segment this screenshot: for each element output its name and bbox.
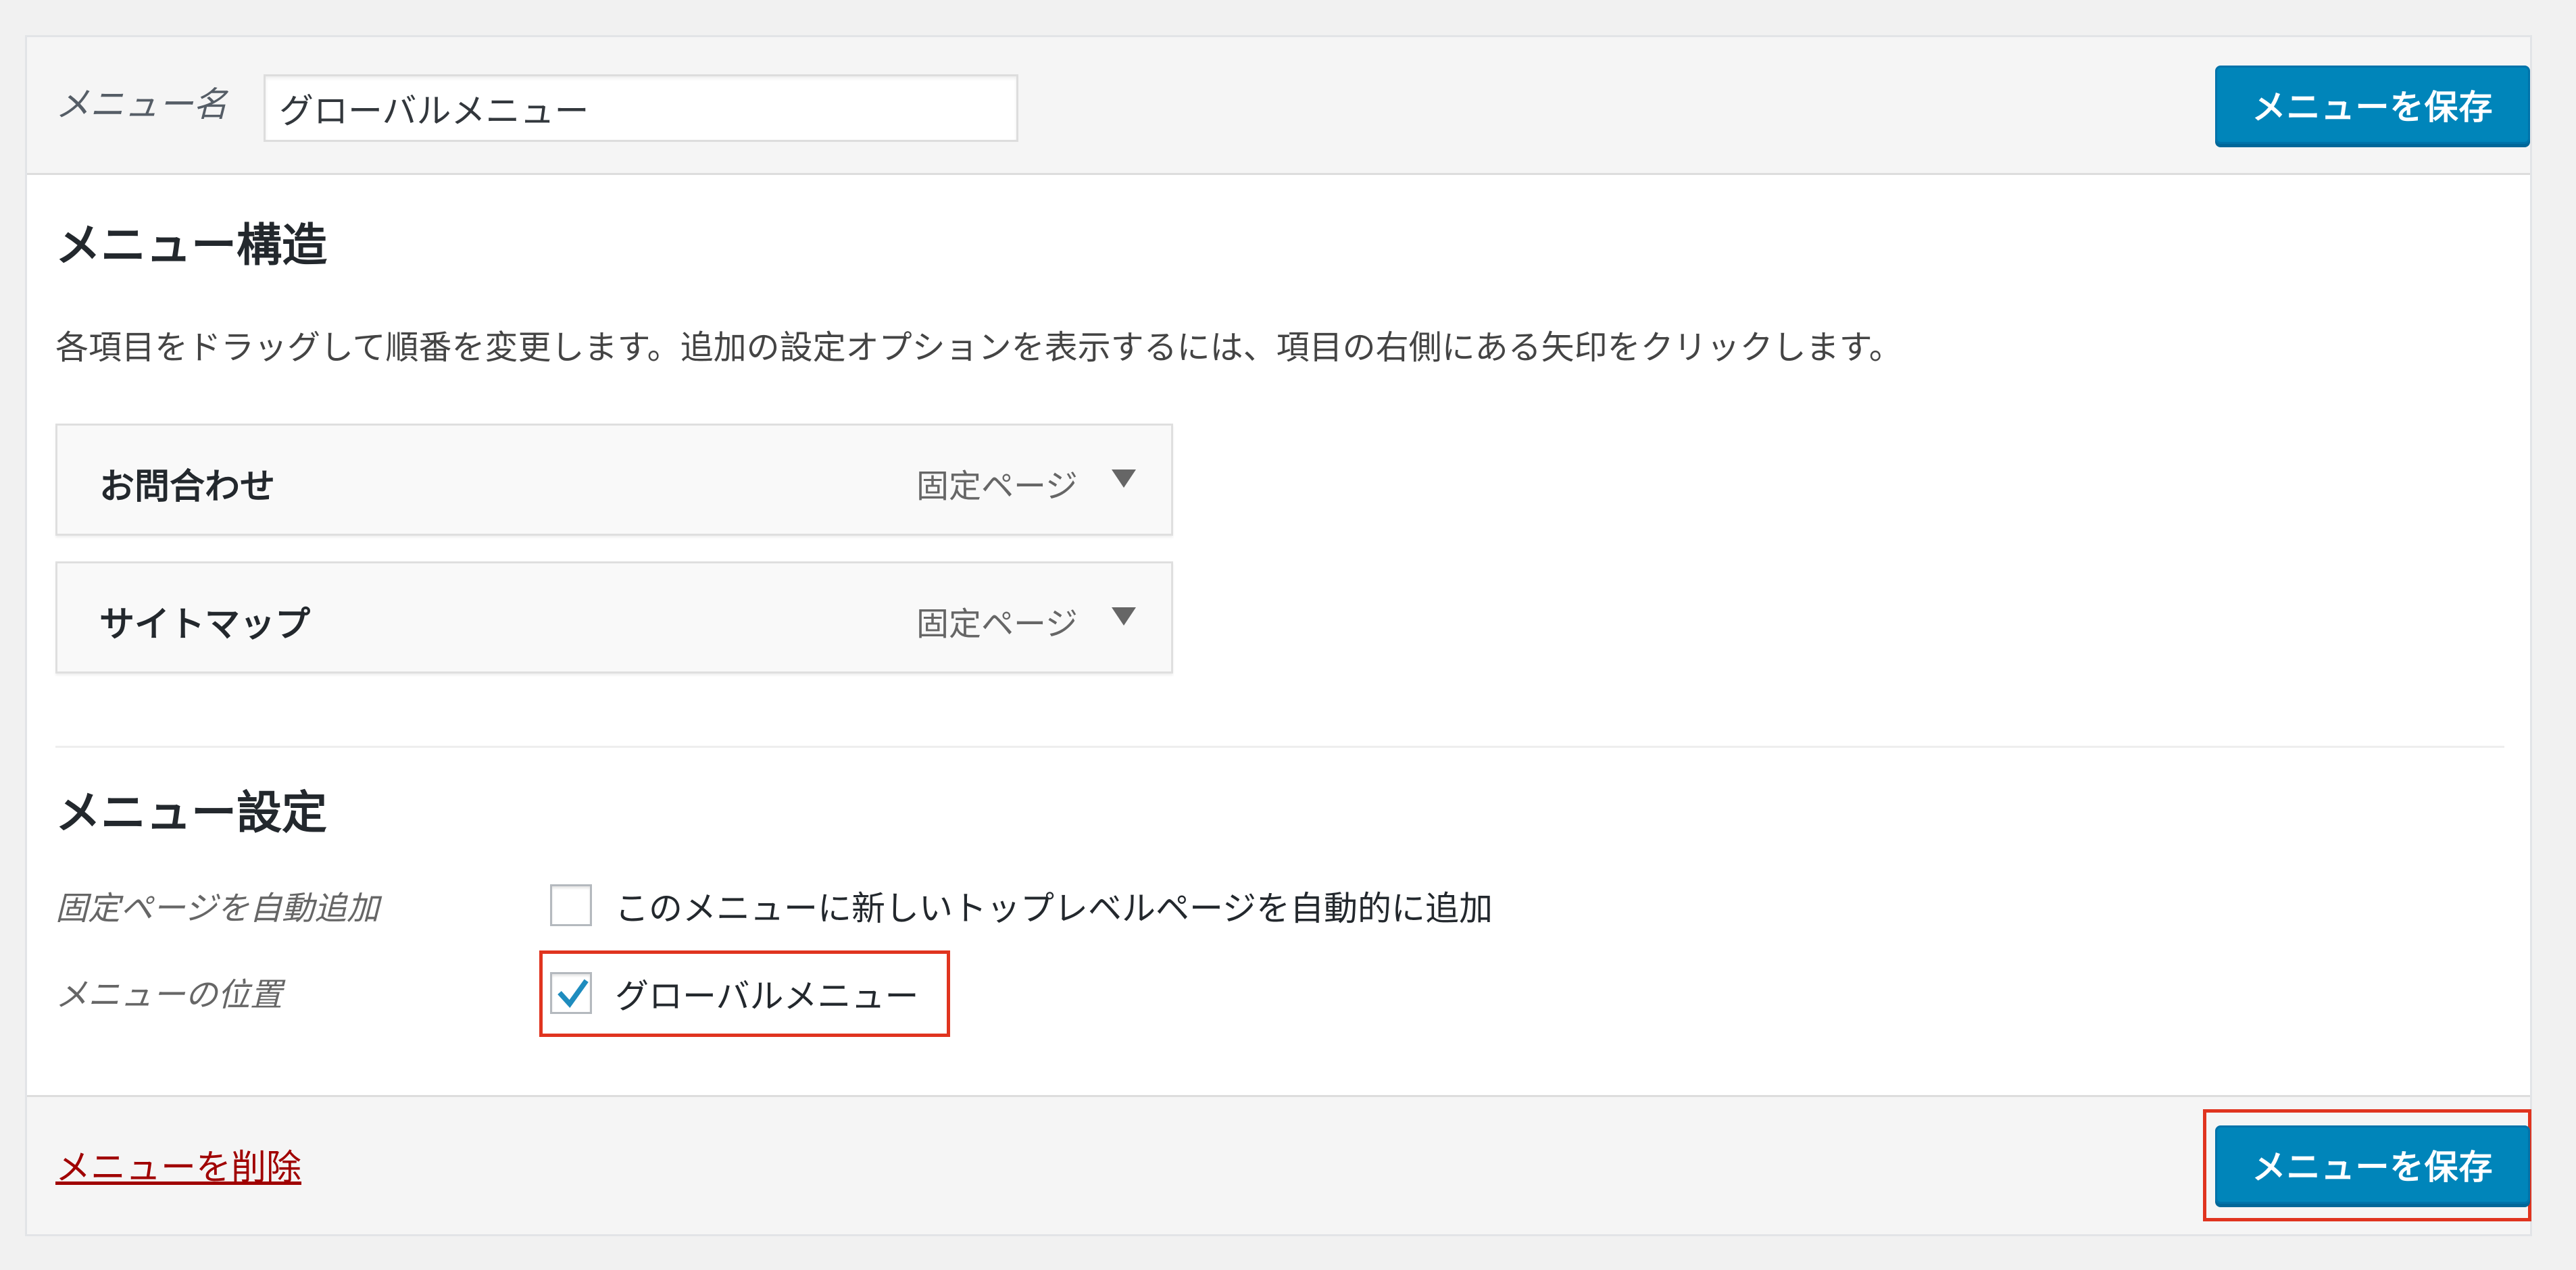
menu-name-input[interactable] <box>264 74 1018 142</box>
menu-item-type: 固定ページ <box>916 605 1078 643</box>
menu-settings-title: メニュー設定 <box>55 786 327 839</box>
expand-arrow-icon[interactable] <box>1097 453 1151 507</box>
save-menu-button-bottom[interactable]: メニューを保存 <box>2215 1125 2530 1204</box>
menu-item-type: 固定ページ <box>916 467 1078 505</box>
section-divider <box>55 746 2504 748</box>
menu-header: メニュー名 メニューを保存 <box>27 37 2530 175</box>
menu-item-title: サイトマップ <box>99 605 311 645</box>
menu-item[interactable]: お問合わせ 固定ページ <box>55 424 1173 536</box>
menu-item[interactable]: サイトマップ 固定ページ <box>55 561 1173 674</box>
location-highlight-box <box>539 950 950 1037</box>
save-menu-button-top[interactable]: メニューを保存 <box>2215 66 2530 144</box>
menu-item-title: お問合わせ <box>99 467 276 507</box>
auto-add-pages-checkbox[interactable] <box>550 884 592 926</box>
auto-add-pages-option-text[interactable]: このメニューに新しいトップレベルページを自動的に追加 <box>615 882 1493 930</box>
delete-menu-link[interactable]: メニューを削除 <box>55 1139 301 1190</box>
menu-structure-description: 各項目をドラッグして順番を変更します。追加の設定オプションを表示するには、項目の… <box>55 328 1902 367</box>
expand-arrow-icon[interactable] <box>1097 590 1151 644</box>
menu-edit-panel: メニュー名 メニューを保存 メニュー構造 各項目をドラッグして順番を変更します。… <box>25 35 2532 1236</box>
menu-location-label: メニューの位置 <box>55 976 283 1014</box>
menu-structure-title: メニュー構造 <box>55 219 327 272</box>
menu-footer: メニューを削除 メニューを保存 <box>27 1095 2531 1234</box>
menu-name-label: メニュー名 <box>55 85 228 125</box>
auto-add-pages-label: 固定ページを自動追加 <box>55 890 380 928</box>
